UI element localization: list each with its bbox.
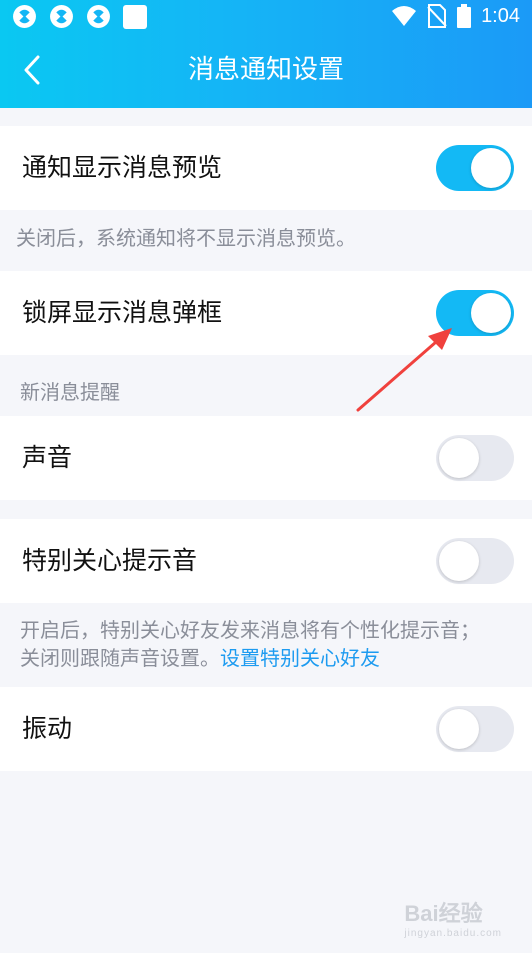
page-title: 消息通知设置 [187, 55, 344, 85]
status-time: 1:04 [481, 4, 520, 27]
toggle-special[interactable] [436, 538, 514, 584]
toggle-knob [439, 438, 479, 478]
wifi-icon [392, 6, 417, 26]
no-sim-icon [427, 4, 447, 28]
toggle-knob [439, 709, 479, 749]
setting-row-sound[interactable]: 声音 [0, 416, 532, 500]
special-note-line1: 开启后，特别关心好友发来消息将有个性化提示音； [20, 618, 480, 642]
setting-label-lockscreen: 锁屏显示消息弹框 [22, 298, 223, 327]
special-note: 开启后，特别关心好友发来消息将有个性化提示音； 关闭则跟随声音设置。设置特别关心… [20, 616, 480, 672]
toggle-preview[interactable] [436, 145, 514, 191]
setting-label-vibrate: 振动 [22, 714, 73, 743]
app-icon [50, 5, 73, 28]
app-icon [13, 5, 36, 28]
special-note-line2-wrap: 关闭则跟随声音设置。设置特别关心好友 [20, 644, 480, 672]
setting-row-vibrate[interactable]: 振动 [0, 687, 532, 771]
toggle-sound[interactable] [436, 435, 514, 481]
toggle-knob [471, 293, 511, 333]
setting-row-preview[interactable]: 通知显示消息预览 [0, 126, 532, 210]
setting-row-special[interactable]: 特别关心提示音 [0, 519, 532, 603]
setting-label-special: 特别关心提示音 [22, 546, 198, 575]
setting-row-lockscreen[interactable]: 锁屏显示消息弹框 [0, 271, 532, 355]
watermark-text: Bai经验 [404, 901, 483, 926]
special-note-line2: 关闭则跟随声音设置。 [20, 646, 220, 670]
status-bar: 1:04 [0, 0, 532, 36]
toggle-knob [471, 148, 511, 188]
special-friends-link[interactable]: 设置特别关心好友 [220, 646, 380, 670]
app-icon [87, 5, 110, 28]
battery-icon [457, 4, 472, 28]
app-header: 1:04 消息通知设置 [0, 0, 532, 108]
toggle-knob [439, 541, 479, 581]
watermark: Bai经验 jingyan.baidu.com [404, 896, 502, 939]
preview-note: 关闭后，系统通知将不显示消息预览。 [16, 226, 356, 250]
watermark-url: jingyan.baidu.com [404, 928, 502, 939]
setting-label-sound: 声音 [22, 443, 73, 472]
square-icon [123, 4, 147, 29]
section-title-new-message: 新消息提醒 [20, 380, 120, 404]
toggle-lockscreen[interactable] [436, 290, 514, 336]
toggle-vibrate[interactable] [436, 706, 514, 752]
setting-label-preview: 通知显示消息预览 [22, 153, 223, 182]
